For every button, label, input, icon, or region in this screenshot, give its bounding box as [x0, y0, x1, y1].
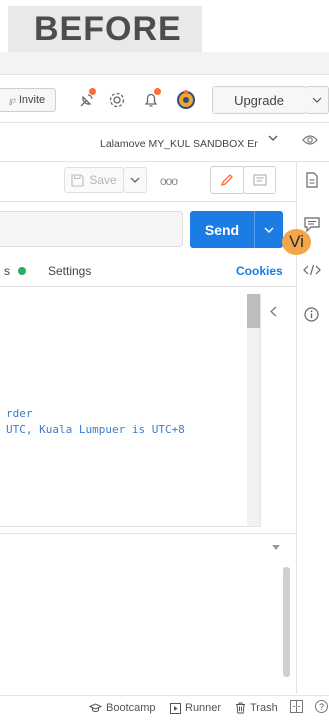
top-strip: [0, 52, 329, 75]
bootcamp-button[interactable]: Bootcamp: [89, 702, 156, 714]
invite-label: Invite: [18, 94, 46, 106]
save-label: Save: [89, 173, 117, 187]
request-url-input[interactable]: [0, 211, 183, 247]
user-avatar[interactable]: Vi: [282, 229, 311, 255]
more-options-icon[interactable]: ooo: [160, 174, 178, 188]
floppy-icon: [71, 173, 84, 187]
graduation-cap-icon: [89, 703, 102, 712]
trash-button[interactable]: Trash: [235, 702, 278, 714]
tab-status-dot: [18, 267, 26, 275]
save-button[interactable]: Save: [64, 167, 124, 193]
script-editor[interactable]: [0, 293, 261, 527]
gear-icon[interactable]: [106, 89, 128, 111]
editor-scrollbar-thumb[interactable]: [247, 294, 260, 328]
environment-dropdown[interactable]: [268, 135, 278, 141]
status-bar: [0, 695, 329, 720]
before-label: BEFORE: [34, 10, 182, 48]
invite-button[interactable]: ℘ Invite: [0, 88, 56, 112]
documentation-button[interactable]: [243, 166, 276, 194]
pencil-icon: [220, 174, 233, 187]
code-line: rder: [6, 407, 33, 420]
edit-button[interactable]: [210, 166, 244, 194]
upgrade-button[interactable]: Upgrade: [212, 86, 306, 114]
comment-icon: [252, 174, 267, 186]
code-line: UTC, Kuala Lumpuer is UTC+8: [6, 423, 185, 436]
chevron-down-icon: [264, 227, 274, 233]
eye-icon[interactable]: [302, 134, 318, 146]
chevron-left-icon: [270, 306, 277, 317]
chevron-down-icon: [312, 97, 321, 103]
invite-user-icon: ℘: [8, 94, 16, 106]
trash-label: Trash: [250, 702, 278, 714]
satellite-alert-dot: [89, 88, 96, 95]
send-button[interactable]: Send: [190, 211, 254, 248]
bootcamp-label: Bootcamp: [106, 702, 156, 714]
response-scroll-up[interactable]: [272, 545, 280, 550]
layout-icon[interactable]: [290, 700, 303, 713]
runner-label: Runner: [185, 702, 222, 714]
bell-alert-dot: [154, 88, 161, 95]
snippets-toggle[interactable]: [270, 306, 277, 317]
environment-selector[interactable]: Lalamove MY_KUL SANDBOX Er: [100, 138, 258, 150]
upgrade-menu-button[interactable]: [305, 86, 329, 114]
chevron-down-icon: [130, 177, 140, 183]
help-icon[interactable]: ?: [315, 700, 328, 713]
cookies-link[interactable]: Cookies: [236, 264, 283, 278]
save-menu-button[interactable]: [123, 167, 147, 193]
response-pane: [0, 533, 296, 693]
tab-tests[interactable]: s: [4, 264, 10, 278]
postman-logo-icon[interactable]: [174, 88, 198, 112]
tab-settings[interactable]: Settings: [48, 264, 91, 278]
editor-scrollbar[interactable]: [247, 294, 260, 526]
runner-button[interactable]: Runner: [170, 702, 221, 714]
runner-icon: [170, 702, 181, 714]
triangle-down-icon: [272, 545, 280, 550]
trash-icon: [236, 702, 245, 714]
send-options-button[interactable]: [254, 211, 283, 248]
response-scrollbar-thumb[interactable]: [283, 567, 290, 677]
comment-icon[interactable]: [304, 217, 320, 232]
code-icon[interactable]: [303, 264, 321, 276]
chevron-down-icon: [268, 135, 278, 141]
info-icon[interactable]: [304, 307, 319, 322]
document-icon[interactable]: [305, 172, 319, 188]
